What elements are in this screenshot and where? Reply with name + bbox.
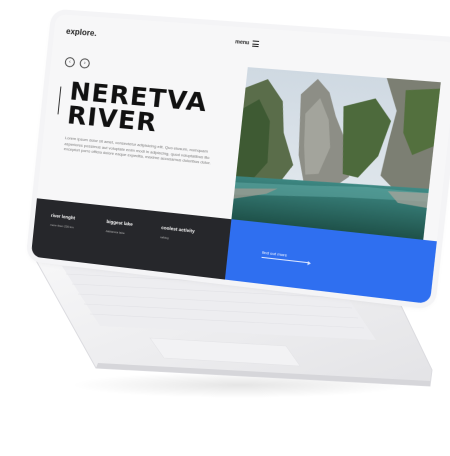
stat-coolest-activity: coolest activity rafting — [160, 225, 195, 243]
stat-value: Jablanica lake — [105, 228, 125, 236]
stat-value: more than 230 km — [49, 222, 75, 230]
stat-river-length: river lenght more than 230 km — [50, 213, 76, 230]
stat-title: biggest lake — [106, 218, 134, 227]
hamburger-icon — [252, 40, 260, 48]
laptop-screen: explore. menu ‹ › NERETVA RIVER Lorem ip… — [30, 14, 450, 304]
arrow-right-icon — [261, 256, 310, 264]
website: explore. menu ‹ › NERETVA RIVER Lorem ip… — [30, 14, 450, 304]
side-rule — [57, 86, 62, 115]
chevron-right-icon[interactable]: › — [79, 58, 91, 69]
stat-biggest-lake: biggest lake Jablanica lake — [105, 219, 133, 236]
menu-button[interactable]: menu — [234, 39, 260, 48]
site-logo[interactable]: explore. — [66, 27, 97, 38]
river-canyon-photo — [231, 67, 441, 242]
slider-nav: ‹ › — [64, 56, 91, 69]
stat-title: river lenght — [50, 212, 76, 221]
chevron-left-icon[interactable]: ‹ — [64, 56, 76, 68]
hero-description: Lorem ipsum dolor sit amet, consectetur … — [63, 135, 211, 166]
stat-title: coolest activity — [160, 224, 196, 234]
menu-label: menu — [234, 39, 250, 47]
stat-value: rafting — [160, 235, 169, 241]
hero-title: NERETVA RIVER — [66, 76, 209, 140]
